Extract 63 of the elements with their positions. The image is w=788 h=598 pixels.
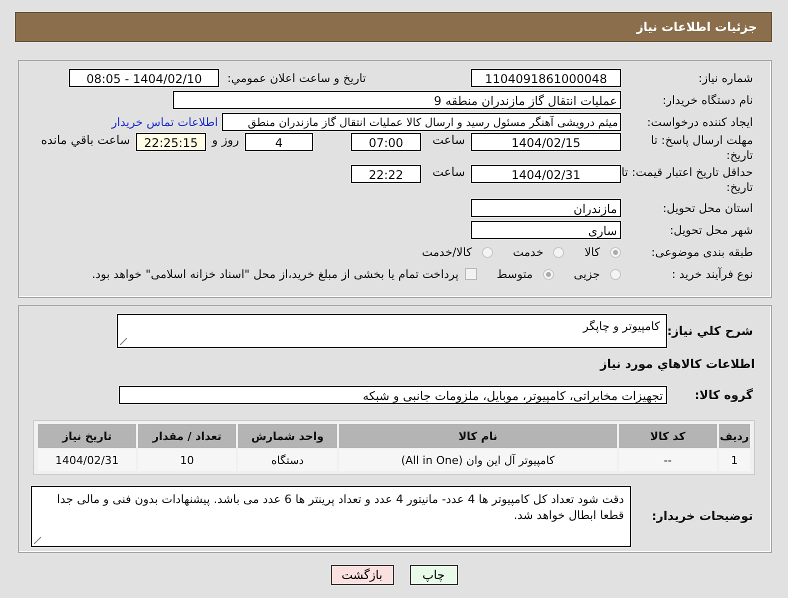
buyer-field[interactable]: عملیات انتقال گاز مازندران منطقه 9 bbox=[173, 91, 621, 109]
deadline-date-field[interactable]: 1404/02/15 bbox=[471, 133, 621, 151]
field-label: نوع فرآیند خرید : bbox=[670, 266, 753, 282]
column-header: ردیف bbox=[718, 424, 750, 448]
table-cell: 1 bbox=[718, 449, 750, 471]
back-button[interactable]: بازگشت bbox=[330, 565, 394, 585]
section-heading: اطلاعات کالاهاي مورد نیاز bbox=[600, 357, 755, 371]
goods-group-field[interactable]: تجهیزات مخابراتی، کامپیوتر، موبایل، ملزومات جانبی و شبکه bbox=[119, 386, 667, 404]
radio-label: جزیی bbox=[574, 267, 600, 281]
notes-textarea[interactable]: دقت شود تعداد کل کامپیوتر ها 4 عدد- مانیتور 4 عدد و تعداد پرینتر ها 6 عدد می باشد. پیشنهادات بدون فنی و مالی جدا قطعا ابطال خواهد شد. bbox=[31, 486, 631, 546]
need-number-field[interactable]: 1104091861000048 bbox=[471, 69, 621, 87]
column-header: تعداد / مقدار bbox=[138, 424, 236, 448]
print-button[interactable]: چاپ bbox=[410, 565, 458, 585]
validity-date-field[interactable]: 1404/02/31 bbox=[471, 165, 621, 183]
radio-button[interactable] bbox=[610, 246, 621, 258]
days-field[interactable]: 4 bbox=[245, 133, 313, 151]
field-label: طبقه بندی موضوعی: bbox=[650, 244, 753, 260]
table-cell: 10 bbox=[138, 449, 236, 471]
announce-date-field[interactable]: 1404/02/10 - 08:05 bbox=[69, 69, 220, 87]
field-label: نام دستگاه خریدار: bbox=[661, 92, 753, 108]
table-cell: دستگاه bbox=[238, 449, 337, 471]
table-cell: کامپیوتر آل این وان (All in One) bbox=[339, 449, 617, 471]
radio-label: کالا/خدمت bbox=[422, 245, 472, 259]
resize-grip-icon bbox=[34, 536, 41, 544]
treasury-note: پرداخت تمام یا بخشی از مبلغ خرید،از محل "اسناد خزانه اسلامی" خواهد بود. bbox=[92, 267, 459, 281]
column-header: نام کالا bbox=[339, 424, 617, 448]
field-label: ایجاد کننده درخواست: bbox=[646, 114, 753, 130]
radio-button[interactable] bbox=[553, 246, 564, 258]
summary-textarea[interactable]: کامپیوتر و چاپگر bbox=[117, 314, 667, 348]
column-header: تاریخ نیاز bbox=[38, 424, 136, 448]
checkbox[interactable] bbox=[464, 268, 477, 280]
remaining-time-field[interactable]: 22:25:15 bbox=[136, 133, 206, 151]
buyer-contact-link[interactable]: اطلاعات تماس خریدار bbox=[111, 115, 218, 129]
radio-button[interactable] bbox=[542, 268, 554, 280]
radio-label: کالا bbox=[584, 245, 600, 259]
province-field[interactable]: مازندران bbox=[471, 199, 621, 217]
resize-grip-icon bbox=[120, 338, 127, 345]
days-label: روز و bbox=[212, 133, 239, 147]
radio-button[interactable] bbox=[482, 246, 493, 258]
radio-label: خدمت bbox=[512, 245, 544, 259]
creator-field[interactable]: میثم درویشی آهنگر مسئول رسید و ارسال کالا عملیات انتقال گاز مازندران منطق bbox=[222, 113, 621, 131]
field-label: شرح کلي نیاز: bbox=[667, 323, 753, 339]
field-label: شماره نیاز: bbox=[697, 70, 753, 86]
field-label: شهر محل تحویل: bbox=[668, 222, 753, 238]
radio-button[interactable] bbox=[610, 268, 621, 280]
time-label: ساعت bbox=[431, 165, 465, 179]
radio-label: متوسط bbox=[496, 267, 533, 281]
field-label: حداقل تاریخ اعتبار قیمت: تا تاریخ: bbox=[621, 165, 753, 195]
remaining-label: ساعت باقي مانده bbox=[40, 133, 130, 147]
field-label: توضیحات خریدار: bbox=[650, 508, 753, 524]
deadline-time-field[interactable]: 07:00 bbox=[351, 133, 421, 151]
field-label: گروه کالا: bbox=[694, 388, 753, 402]
column-header: واحد شمارش bbox=[238, 424, 337, 448]
field-label: استان محل تحویل: bbox=[662, 200, 753, 216]
city-field[interactable]: ساری bbox=[471, 221, 621, 239]
column-header: کد کالا bbox=[618, 424, 717, 448]
field-label: مهلت ارسال پاسخ: تا تاریخ: bbox=[650, 133, 753, 163]
validity-time-field[interactable]: 22:22 bbox=[351, 165, 421, 183]
field-label: تاریخ و ساعت اعلان عمومي: bbox=[227, 71, 366, 85]
time-label: ساعت bbox=[431, 133, 465, 147]
table-cell: -- bbox=[618, 449, 717, 471]
table-cell: 1404/02/31 bbox=[38, 449, 136, 471]
page-title: جزئیات اطلاعات نیاز bbox=[636, 20, 757, 34]
